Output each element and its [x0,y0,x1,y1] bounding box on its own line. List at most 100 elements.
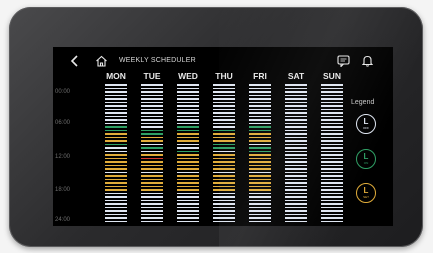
schedule-cell[interactable] [177,98,199,100]
schedule-cell[interactable] [321,147,343,149]
schedule-cell[interactable] [141,206,163,209]
schedule-cell[interactable] [249,157,271,160]
schedule-cell[interactable] [105,171,127,174]
schedule-cell[interactable] [249,112,271,114]
schedule-cell[interactable] [285,171,307,174]
schedule-cell[interactable] [105,164,127,167]
schedule-cell[interactable] [141,203,163,205]
schedule-cell[interactable] [141,157,163,160]
schedule-cell[interactable] [105,136,127,139]
schedule-cell[interactable] [321,115,343,118]
schedule-cell[interactable] [249,108,271,111]
schedule-cell[interactable] [177,91,199,93]
schedule-cell[interactable] [249,91,271,93]
schedule-cell[interactable] [285,91,307,93]
schedule-cell[interactable] [141,91,163,93]
schedule-cell[interactable] [249,217,271,219]
schedule-cell[interactable] [213,136,235,139]
schedule-cell[interactable] [141,150,163,153]
notifications-button[interactable] [357,51,377,71]
schedule-cell[interactable] [177,196,199,198]
schedule-cell[interactable] [105,213,127,216]
schedule-cell[interactable] [285,210,307,212]
schedule-cell[interactable] [321,206,343,209]
schedule-cell[interactable] [105,150,127,153]
schedule-cell[interactable] [249,210,271,212]
schedule-cell[interactable] [213,84,235,86]
schedule-cell[interactable] [105,119,127,121]
schedule-cell[interactable] [177,175,199,177]
schedule-cell[interactable] [177,164,199,167]
schedule-cell[interactable] [213,164,235,167]
schedule-cell[interactable] [177,112,199,114]
schedule-cell[interactable] [177,115,199,118]
schedule-column-thu[interactable] [213,84,235,224]
schedule-cell[interactable] [177,189,199,191]
home-button[interactable] [91,51,111,71]
schedule-cell[interactable] [141,84,163,86]
schedule-cell[interactable] [285,105,307,107]
schedule-cell[interactable] [213,178,235,181]
schedule-cell[interactable] [177,129,199,132]
messages-button[interactable] [333,51,353,71]
schedule-cell[interactable] [249,171,271,174]
schedule-cell[interactable] [285,199,307,202]
schedule-cell[interactable] [249,140,271,142]
schedule-cell[interactable] [249,94,271,97]
schedule-cell[interactable] [321,94,343,97]
schedule-cell[interactable] [249,122,271,125]
schedule-cell[interactable] [105,105,127,107]
schedule-cell[interactable] [177,203,199,205]
schedule-cell[interactable] [177,154,199,156]
schedule-cell[interactable] [177,178,199,181]
schedule-cell[interactable] [141,217,163,219]
schedule-cell[interactable] [177,171,199,174]
schedule-cell[interactable] [321,133,343,135]
schedule-column-wed[interactable] [177,84,199,224]
schedule-cell[interactable] [285,185,307,188]
schedule-cell[interactable] [105,196,127,198]
schedule-cell[interactable] [213,185,235,188]
schedule-cell[interactable] [249,164,271,167]
schedule-cell[interactable] [141,136,163,139]
schedule-cell[interactable] [249,220,271,223]
schedule-cell[interactable] [285,175,307,177]
schedule-cell[interactable] [213,189,235,191]
schedule-cell[interactable] [321,119,343,121]
schedule-column-sat[interactable] [285,84,307,224]
schedule-cell[interactable] [321,136,343,139]
schedule-cell[interactable] [249,161,271,163]
schedule-cell[interactable] [141,192,163,195]
schedule-cell[interactable] [105,189,127,191]
schedule-cell[interactable] [213,175,235,177]
schedule-cell[interactable] [285,154,307,156]
schedule-cell[interactable] [285,98,307,100]
schedule-cell[interactable] [213,101,235,104]
schedule-cell[interactable] [213,210,235,212]
schedule-cell[interactable] [213,112,235,114]
schedule-cell[interactable] [321,164,343,167]
schedule-cell[interactable] [249,84,271,86]
schedule-column-sun[interactable] [321,84,343,224]
schedule-cell[interactable] [321,192,343,195]
schedule-cell[interactable] [177,122,199,125]
schedule-cell[interactable] [141,119,163,121]
schedule-cell[interactable] [177,157,199,160]
schedule-cell[interactable] [285,168,307,170]
schedule-cell[interactable] [105,157,127,160]
schedule-cell[interactable] [213,203,235,205]
schedule-cell[interactable] [213,126,235,128]
schedule-cell[interactable] [141,196,163,198]
schedule-cell[interactable] [177,133,199,135]
schedule-cell[interactable] [177,105,199,107]
schedule-cell[interactable] [285,164,307,167]
schedule-cell[interactable] [141,122,163,125]
schedule-cell[interactable] [285,136,307,139]
schedule-cell[interactable] [141,154,163,156]
schedule-cell[interactable] [285,94,307,97]
schedule-cell[interactable] [321,84,343,86]
schedule-cell[interactable] [105,143,127,146]
schedule-cell[interactable] [213,150,235,153]
schedule-cell[interactable] [249,101,271,104]
schedule-cell[interactable] [177,147,199,149]
